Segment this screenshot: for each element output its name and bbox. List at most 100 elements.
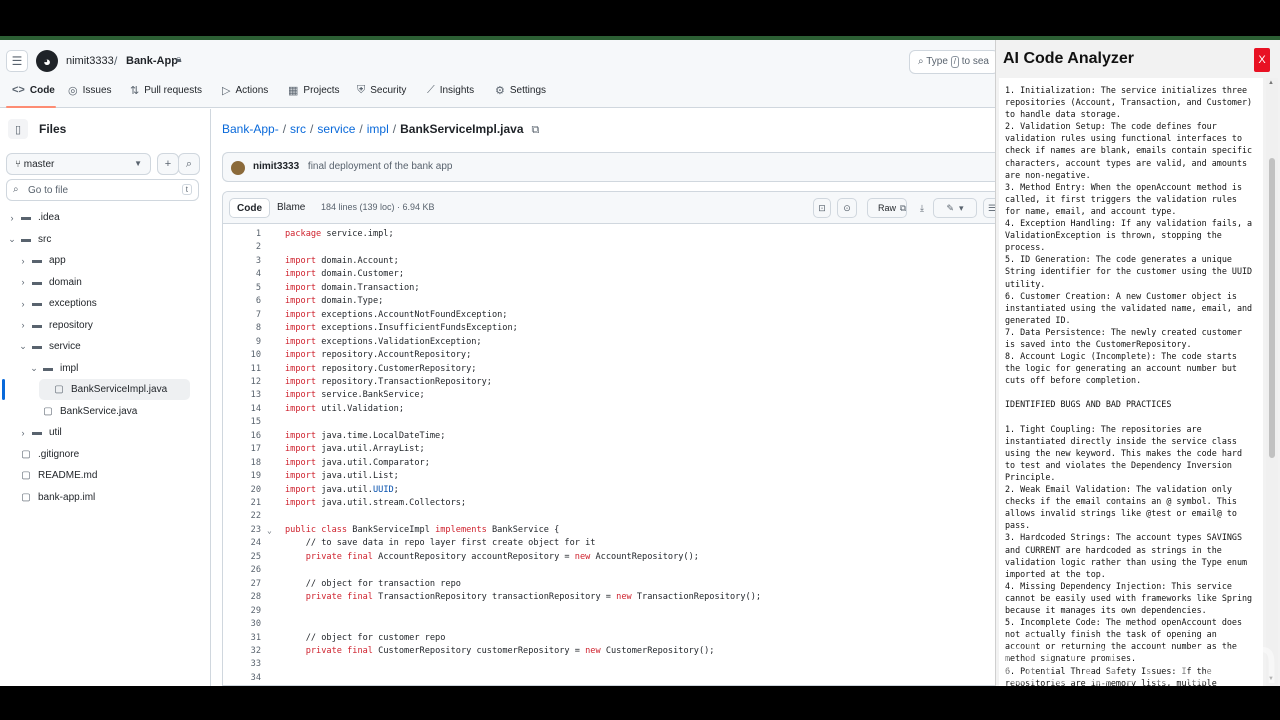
line-number[interactable]: 30 <box>223 618 261 632</box>
copy-icon: ⧉ <box>899 202 907 213</box>
line-number[interactable]: 25 <box>223 551 261 565</box>
commit-author[interactable]: nimit3333 <box>253 161 299 172</box>
line-number[interactable]: 7 <box>223 309 261 323</box>
download-button[interactable]: ⤓ <box>913 198 931 218</box>
tab-actions[interactable]: ▷ Actions <box>222 84 268 97</box>
github-logo-icon[interactable]: ◕ <box>36 50 58 72</box>
chevron-icon[interactable]: › <box>17 277 29 287</box>
copy-path-icon[interactable]: ⧉ <box>532 124 540 137</box>
repo-name-link[interactable]: Bank-App- <box>126 55 182 67</box>
scroll-up-icon[interactable]: ▲ <box>1268 80 1274 86</box>
edit-button[interactable]: ✎ ▾ <box>933 198 977 218</box>
go-to-file-input[interactable]: ⌕ Go to file t <box>6 179 199 201</box>
chevron-icon[interactable]: › <box>6 213 18 223</box>
line-number[interactable]: 33 <box>223 658 261 672</box>
chevron-icon[interactable]: › <box>17 299 29 309</box>
chevron-icon[interactable]: ⌄ <box>6 234 18 245</box>
tree-item[interactable]: ⌄ ▬ src <box>6 229 190 250</box>
tree-item[interactable]: ▢ .gitignore <box>6 444 190 465</box>
tree-item[interactable]: ⌄ ▬ service <box>17 336 190 357</box>
copy-raw-button[interactable]: ⧉ <box>893 198 913 218</box>
line-number[interactable]: 28 <box>223 591 261 605</box>
copilot-button[interactable]: ⊙ <box>837 198 857 218</box>
line-number[interactable]: 5 <box>223 282 261 296</box>
chevron-icon[interactable]: › <box>17 428 29 438</box>
global-search-input[interactable]: ⌕ Type / to sea <box>909 50 999 74</box>
line-number[interactable]: 19 <box>223 470 261 484</box>
sidebar-collapse-icon[interactable]: ▯ <box>8 119 28 139</box>
line-number[interactable]: 18 <box>223 457 261 471</box>
branch-selector[interactable]: ⑂ master ▼ <box>6 153 151 175</box>
symbols-panel-button[interactable]: ⊡ <box>813 198 831 218</box>
line-number[interactable]: 15 <box>223 416 261 430</box>
line-number[interactable]: 14 <box>223 403 261 417</box>
line-number[interactable]: 22 <box>223 510 261 524</box>
line-number[interactable]: 29 <box>223 605 261 619</box>
menu-icon[interactable]: ☰ <box>6 50 28 72</box>
line-number[interactable]: 10 <box>223 349 261 363</box>
breadcrumb-src[interactable]: src <box>290 122 306 136</box>
fold-chevron-icon[interactable]: ⌄ <box>267 524 272 538</box>
close-button[interactable]: X <box>1254 48 1270 72</box>
breadcrumb-repo[interactable]: Bank-App- <box>222 122 279 136</box>
tab-pull-requests[interactable]: ⇅ Pull requests <box>130 84 202 97</box>
avatar[interactable] <box>231 161 245 175</box>
tree-item[interactable]: ⌄ ▬ impl <box>28 358 190 379</box>
chevron-icon[interactable]: › <box>17 320 29 330</box>
scrollbar-thumb[interactable] <box>1269 158 1275 458</box>
line-number[interactable]: 11 <box>223 363 261 377</box>
outline-button[interactable]: ☰ <box>983 198 995 218</box>
breadcrumb-impl[interactable]: impl <box>367 122 389 136</box>
line-number[interactable]: 3 <box>223 255 261 269</box>
line-number[interactable]: 27 <box>223 578 261 592</box>
tab-projects[interactable]: ▦ Projects <box>288 84 340 97</box>
line-number[interactable]: 13 <box>223 389 261 403</box>
code-line: 27 // object for transaction repo <box>223 578 995 592</box>
repo-owner-link[interactable]: nimit3333 <box>66 55 114 67</box>
tab-issues[interactable]: ◎ Issues <box>68 84 112 97</box>
line-number[interactable]: 16 <box>223 430 261 444</box>
tree-item[interactable]: ▢ BankServiceImpl.java <box>2 379 190 400</box>
chevron-icon[interactable]: ⌄ <box>28 363 40 374</box>
tab-security[interactable]: ⛨ Security <box>357 84 406 97</box>
line-number[interactable]: 1 <box>223 228 261 242</box>
line-number[interactable]: 8 <box>223 322 261 336</box>
breadcrumb-service[interactable]: service <box>317 122 355 136</box>
line-number[interactable]: 9 <box>223 336 261 350</box>
add-file-button[interactable]: + <box>157 153 179 175</box>
line-number[interactable]: 23 <box>223 524 261 538</box>
line-number[interactable]: 6 <box>223 295 261 309</box>
tree-item[interactable]: ▢ BankService.java <box>28 401 190 422</box>
tree-item[interactable]: › ▬ repository <box>17 315 190 336</box>
panel-scrollbar[interactable]: ▲ ▼ <box>1266 78 1278 686</box>
line-number[interactable]: 12 <box>223 376 261 390</box>
blame-view-button[interactable]: Blame <box>270 198 312 218</box>
line-number[interactable]: 20 <box>223 484 261 498</box>
line-number[interactable]: 31 <box>223 632 261 646</box>
commit-message[interactable]: final deployment of the bank app <box>308 161 453 172</box>
tree-item[interactable]: › ▬ .idea <box>6 207 190 228</box>
analysis-output[interactable]: 1. Initialization: The service initializ… <box>999 78 1263 686</box>
tree-item[interactable]: ▢ README.md <box>6 465 190 486</box>
line-number[interactable]: 26 <box>223 564 261 578</box>
tab-code[interactable]: <> Code <box>12 84 55 96</box>
tree-item[interactable]: ▢ bank-app.iml <box>6 487 190 508</box>
tab-insights[interactable]: ⟋ Insights <box>427 84 474 97</box>
chevron-icon[interactable]: › <box>17 256 29 266</box>
line-number[interactable]: 24 <box>223 537 261 551</box>
tree-item[interactable]: › ▬ app <box>17 250 190 271</box>
ai-code-analyzer-panel: AI Code Analyzer X 1. Initialization: Th… <box>995 40 1280 686</box>
line-number[interactable]: 17 <box>223 443 261 457</box>
search-files-button[interactable]: ⌕ <box>178 153 200 175</box>
line-number[interactable]: 34 <box>223 672 261 685</box>
chevron-icon[interactable]: ⌄ <box>17 341 29 352</box>
line-number[interactable]: 32 <box>223 645 261 659</box>
line-number[interactable]: 4 <box>223 268 261 282</box>
tree-item[interactable]: › ▬ exceptions <box>17 293 190 314</box>
tree-item[interactable]: › ▬ util <box>17 422 190 443</box>
tab-settings[interactable]: ⚙ Settings <box>495 84 546 97</box>
tree-item[interactable]: › ▬ domain <box>17 272 190 293</box>
code-view-button[interactable]: Code <box>229 198 270 218</box>
line-number[interactable]: 21 <box>223 497 261 511</box>
line-number[interactable]: 2 <box>223 241 261 255</box>
